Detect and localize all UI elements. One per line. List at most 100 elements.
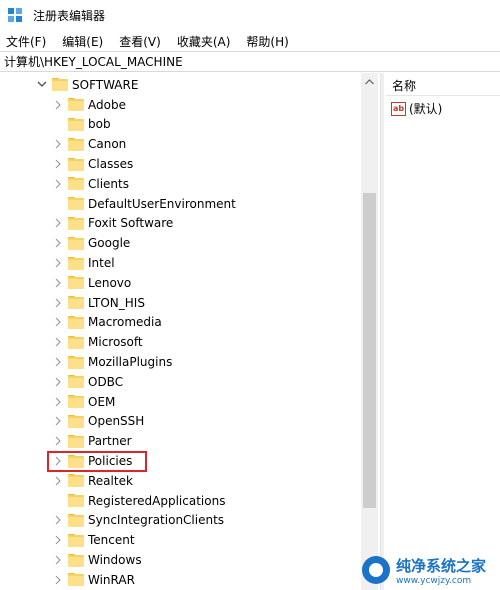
address-path[interactable]: 计算机\HKEY_LOCAL_MACHINE — [4, 53, 183, 70]
tree-item-label: Partner — [88, 434, 132, 449]
address-bar[interactable]: 计算机\HKEY_LOCAL_MACHINE — [0, 51, 500, 72]
tree-item[interactable]: RegisteredApplications — [52, 491, 225, 511]
menu-favorites[interactable]: 收藏夹(A) — [177, 33, 231, 50]
tree-item[interactable]: SyncIntegrationClients — [52, 511, 224, 531]
folder-icon — [68, 355, 84, 369]
tree-item-label: SyncIntegrationClients — [88, 513, 225, 528]
menu-file[interactable]: 文件(F) — [6, 33, 46, 50]
chevron-right-icon[interactable] — [52, 396, 64, 408]
values-pane — [385, 73, 500, 590]
tree-item-label: DefaultUserEnvironment — [88, 196, 236, 211]
tree-item[interactable]: Microsoft — [52, 332, 143, 352]
tree-item-label: Windows — [88, 553, 142, 568]
chevron-right-icon[interactable] — [52, 574, 64, 586]
folder-icon — [68, 573, 84, 587]
chevron-right-icon[interactable] — [52, 336, 64, 348]
tree-item-label: OpenSSH — [88, 414, 145, 429]
chevron-right-icon[interactable] — [52, 297, 64, 309]
watermark-main-text: 纯净系统之家 — [396, 556, 487, 575]
tree-item-label: Foxit Software — [88, 216, 174, 231]
folder-icon — [68, 216, 84, 230]
value-name: (默认) — [409, 102, 443, 116]
folder-icon — [68, 494, 84, 508]
tree-item[interactable]: DefaultUserEnvironment — [52, 194, 236, 214]
column-divider — [386, 95, 500, 96]
tree-item-label: Adobe — [88, 97, 126, 112]
chevron-right-icon[interactable] — [52, 178, 64, 190]
chevron-right-icon[interactable] — [52, 237, 64, 249]
tree-item[interactable]: Macromedia — [52, 313, 162, 333]
column-header-name[interactable]: 名称 — [392, 77, 416, 94]
menu-view[interactable]: 查看(V) — [119, 33, 161, 50]
tree-item-label: bob — [88, 117, 111, 132]
chevron-right-icon[interactable] — [52, 514, 64, 526]
tree-item[interactable]: ODBC — [52, 372, 123, 392]
chevron-right-icon[interactable] — [52, 356, 64, 368]
tree-item[interactable]: Lenovo — [52, 273, 131, 293]
chevron-right-icon[interactable] — [52, 534, 64, 546]
tree-item[interactable]: Foxit Software — [52, 214, 173, 234]
watermark-logo: 纯净系统之家 www.ycwjzy.com — [362, 550, 500, 590]
tree-item[interactable]: Realtek — [52, 471, 133, 491]
scroll-thumb[interactable] — [363, 193, 376, 508]
tree-item[interactable]: Adobe — [52, 95, 126, 115]
folder-icon — [52, 78, 68, 92]
chevron-right-icon[interactable] — [52, 257, 64, 269]
folder-icon — [68, 236, 84, 250]
tree-item[interactable]: bob — [52, 115, 111, 135]
folder-icon — [68, 177, 84, 191]
tree-pane: SOFTWARE Adobe bob Canon Classes Clients Defau… — [0, 73, 380, 590]
chevron-right-icon[interactable] — [52, 435, 64, 447]
tree-item-label: Clients — [88, 176, 129, 191]
tree-item[interactable]: OpenSSH — [52, 412, 144, 432]
tree-item-label: Google — [88, 236, 131, 251]
folder-icon — [68, 197, 84, 211]
chevron-right-icon[interactable] — [52, 217, 64, 229]
folder-icon — [68, 414, 84, 428]
window-title: 注册表编辑器 — [33, 9, 106, 23]
tree-item[interactable]: Tencent — [52, 530, 135, 550]
tree-item[interactable]: Canon — [52, 134, 126, 154]
folder-icon — [68, 395, 84, 409]
folder-icon — [68, 315, 84, 329]
tree-item-label: LTON_HIS — [88, 295, 145, 310]
tree-item[interactable]: Classes — [52, 154, 133, 174]
chevron-right-icon[interactable] — [52, 475, 64, 487]
tree-item-software[interactable]: SOFTWARE — [36, 75, 138, 95]
tree-item[interactable]: LTON_HIS — [52, 293, 145, 313]
chevron-down-icon[interactable] — [36, 79, 48, 91]
tree-item-label: Microsoft — [88, 335, 143, 350]
pane-splitter[interactable] — [380, 73, 384, 590]
folder-icon — [68, 276, 84, 290]
menu-edit[interactable]: 编辑(E) — [62, 33, 103, 50]
tree-item-label: Intel — [88, 256, 115, 271]
folder-icon — [68, 98, 84, 112]
folder-icon — [68, 137, 84, 151]
tree-item[interactable]: Windows — [52, 550, 142, 570]
chevron-right-icon[interactable] — [52, 554, 64, 566]
tree-item[interactable]: OEM — [52, 392, 115, 412]
chevron-right-icon[interactable] — [52, 277, 64, 289]
value-row-default[interactable]: ab (默认) — [391, 100, 442, 117]
tree-item[interactable]: WinRAR — [52, 570, 135, 590]
tree-item[interactable]: Partner — [52, 431, 132, 451]
watermark-globe-icon — [362, 556, 390, 584]
tree-item[interactable]: Google — [52, 233, 130, 253]
chevron-right-icon[interactable] — [52, 158, 64, 170]
folder-icon — [68, 434, 84, 448]
highlight-annotation — [47, 451, 147, 472]
chevron-right-icon[interactable] — [52, 99, 64, 111]
string-value-icon: ab — [391, 101, 406, 116]
tree-item-label: Classes — [88, 157, 134, 172]
tree-item[interactable]: Intel — [52, 253, 115, 273]
chevron-right-icon[interactable] — [52, 138, 64, 150]
chevron-right-icon[interactable] — [52, 415, 64, 427]
chevron-right-icon[interactable] — [52, 316, 64, 328]
folder-icon — [68, 335, 84, 349]
tree-item-label: Realtek — [88, 473, 133, 488]
scroll-up-arrow-icon[interactable] — [361, 73, 378, 90]
chevron-right-icon[interactable] — [52, 376, 64, 388]
tree-item[interactable]: Clients — [52, 174, 129, 194]
tree-item[interactable]: MozillaPlugins — [52, 352, 172, 372]
menu-help[interactable]: 帮助(H) — [246, 33, 288, 50]
